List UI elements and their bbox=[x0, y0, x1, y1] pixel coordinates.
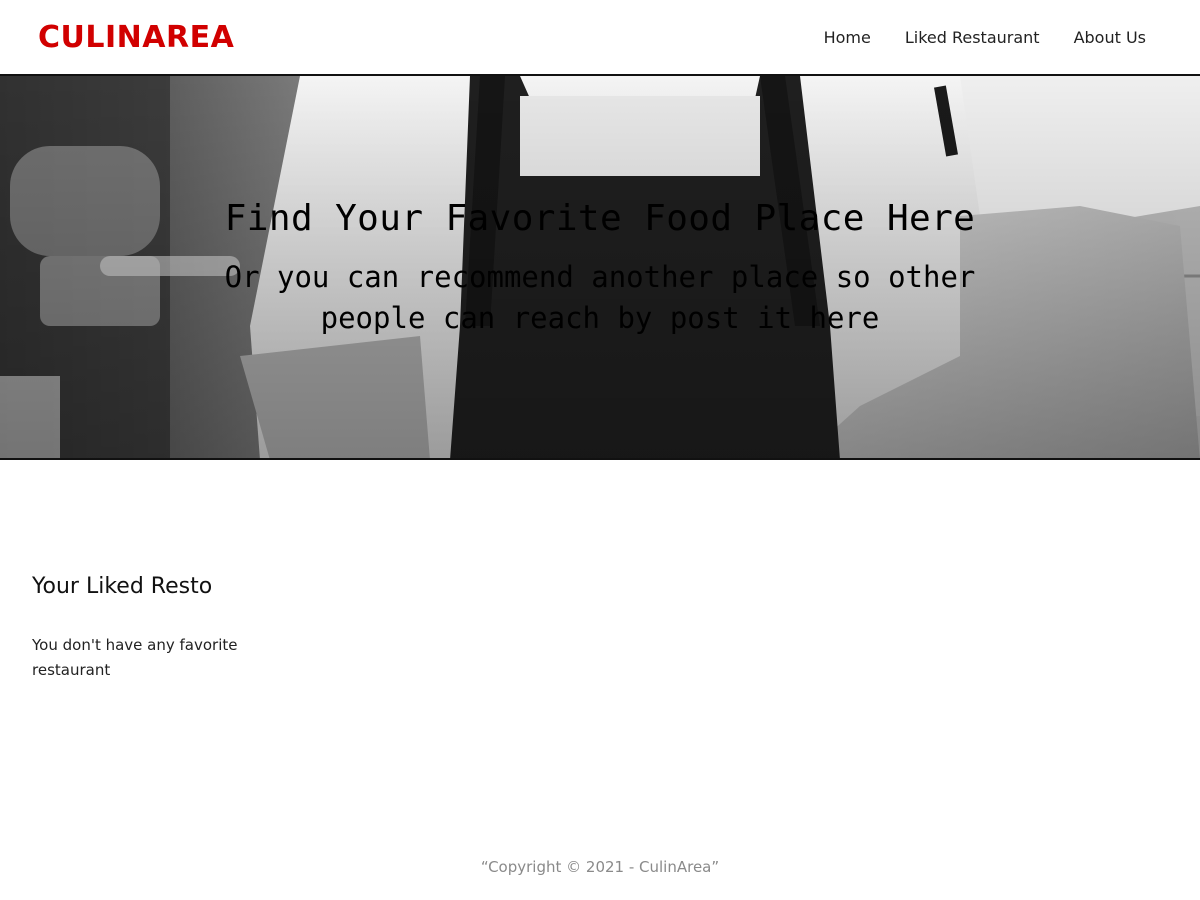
hero-banner: Find Your Favorite Food Place Here Or yo… bbox=[0, 76, 1200, 460]
main-content: Your Liked Resto You don't have any favo… bbox=[32, 574, 432, 683]
nav-item-about-us: About Us bbox=[1074, 28, 1146, 47]
nav-link-home[interactable]: Home bbox=[824, 28, 871, 47]
nav-list: Home Liked Restaurant About Us bbox=[824, 28, 1146, 47]
page-footer: “Copyright © 2021 - CulinArea” bbox=[0, 858, 1200, 876]
copyright-text: “Copyright © 2021 - CulinArea” bbox=[480, 858, 720, 876]
nav-link-liked-restaurant[interactable]: Liked Restaurant bbox=[905, 28, 1040, 47]
nav-item-home: Home bbox=[824, 28, 871, 47]
app-header: CULINAREA Home Liked Restaurant About Us bbox=[0, 0, 1200, 76]
nav-link-about-us[interactable]: About Us bbox=[1074, 28, 1146, 47]
main-nav: Home Liked Restaurant About Us bbox=[824, 28, 1162, 47]
hero-subtitle: Or you can recommend another place so ot… bbox=[224, 260, 976, 335]
section-title: Your Liked Resto bbox=[32, 574, 213, 599]
nav-item-liked-restaurant: Liked Restaurant bbox=[905, 28, 1040, 47]
empty-state-message: You don't have any favorite restaurant bbox=[32, 636, 238, 679]
hero-title: Find Your Favorite Food Place Here bbox=[224, 198, 976, 239]
brand-logo[interactable]: CULINAREA bbox=[38, 20, 234, 55]
hero-text: Find Your Favorite Food Place Here Or yo… bbox=[0, 76, 1200, 458]
